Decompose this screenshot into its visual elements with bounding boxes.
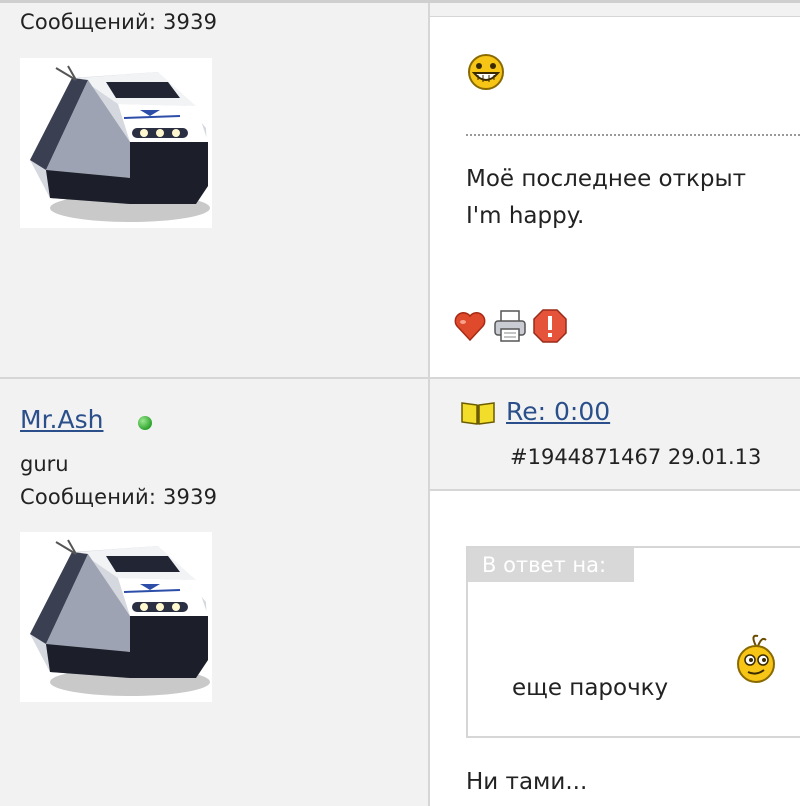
post-text: Моё последнее открыт: [466, 166, 747, 192]
quote-label: В ответ на:: [468, 548, 634, 582]
divider: [430, 489, 800, 491]
post-text: I'm happy.: [466, 203, 585, 229]
divider: [0, 377, 800, 379]
avatar: [20, 58, 212, 228]
post-title-link[interactable]: Re: 0:00: [506, 397, 610, 426]
grin-smiley-icon: [466, 53, 506, 95]
online-status-icon: [138, 416, 152, 430]
post-header: [430, 379, 800, 489]
post-text: Ни тами...: [466, 769, 588, 795]
wink-smiley-icon: [734, 632, 778, 686]
post-meta: #1944871467 29.01.13: [510, 445, 762, 469]
heart-icon[interactable]: [452, 308, 488, 344]
report-icon[interactable]: [532, 308, 568, 344]
username-link[interactable]: Mr.Ash: [20, 405, 103, 434]
post-header: [430, 3, 800, 17]
printer-icon[interactable]: [492, 308, 528, 344]
signature-separator: [466, 134, 800, 136]
avatar: [20, 532, 212, 702]
divider: [428, 0, 430, 806]
post-count: Сообщений: 3939: [20, 10, 218, 34]
quote-text: еще парочку: [512, 675, 669, 701]
divider: [430, 16, 800, 17]
user-rank: guru: [20, 452, 69, 476]
divider: [0, 0, 800, 3]
post-count: Сообщений: 3939: [20, 485, 218, 509]
open-book-icon: [460, 400, 496, 426]
